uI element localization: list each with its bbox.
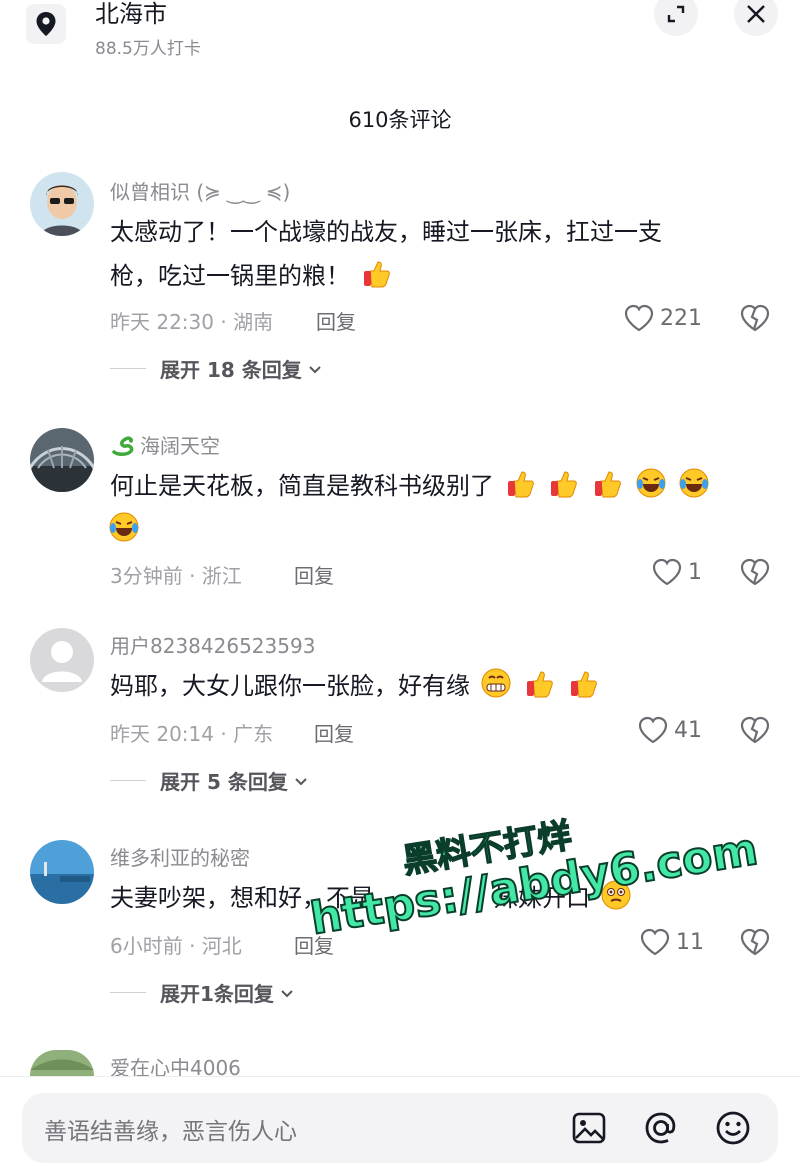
like-button[interactable]: 221 <box>624 304 702 332</box>
location-pin-icon <box>26 4 66 44</box>
like-count: 41 <box>674 717 702 743</box>
avatar[interactable] <box>30 628 94 692</box>
comment-username: 海阔天空 <box>140 434 220 458</box>
comment-input-placeholder: 善语结善缘，恶言伤人心 <box>44 1119 297 1145</box>
chevron-down-icon <box>309 365 321 373</box>
fullscreen-button[interactable] <box>654 0 698 36</box>
close-button[interactable] <box>734 0 778 36</box>
broken-heart-icon <box>740 716 770 744</box>
heart-icon <box>640 928 670 956</box>
thumbs-up-emoji-icon <box>594 471 621 498</box>
comment-username[interactable]: 维多利亚的秘密 <box>110 842 250 871</box>
laughing-crying-emoji-icon <box>636 468 666 498</box>
like-button[interactable]: 1 <box>652 558 702 586</box>
expand-replies-label: 展开 18 条回复 <box>160 358 302 382</box>
comment-meta: 昨天 22:30 · 湖南 <box>110 310 274 334</box>
avatar[interactable] <box>30 428 94 492</box>
comment-username-wrap[interactable]: 海阔天空 <box>110 430 220 459</box>
thumbs-up-emoji-icon <box>363 261 390 288</box>
comment-input[interactable]: 善语结善缘，恶言伤人心 <box>22 1093 778 1163</box>
comment-text-line: 何止是天花板，简直是教科书级别了 <box>110 472 494 500</box>
thumbs-up-emoji-icon <box>507 471 534 498</box>
chevron-down-icon <box>295 777 307 785</box>
thumbs-up-emoji-icon <box>551 471 578 498</box>
dislike-button[interactable] <box>740 304 770 336</box>
dislike-button[interactable] <box>740 716 770 748</box>
expand-replies-button[interactable]: 展开 5 条回复 <box>110 766 310 795</box>
close-icon <box>747 5 765 23</box>
laughing-crying-emoji-icon <box>679 468 709 498</box>
comment-count: 610条评论 <box>348 108 452 132</box>
avatar[interactable] <box>30 1050 94 1076</box>
comment-meta: 3分钟前 · 浙江 <box>110 564 242 588</box>
like-button[interactable]: 11 <box>640 928 704 956</box>
comment-text: 夫妻吵架，想和好，不是 妹妹开口 <box>110 876 750 920</box>
location-title[interactable]: 北海市 <box>95 0 167 29</box>
comment-text-line: 夫妻吵架，想和好，不是 <box>110 884 374 912</box>
comment-text: 妈耶，大女儿跟你一张脸，好有缘 <box>110 664 750 708</box>
reply-button[interactable]: 回复 <box>314 718 354 747</box>
thumbs-up-emoji-icon <box>570 671 597 698</box>
emoji-icon[interactable] <box>714 1109 752 1147</box>
like-count: 221 <box>660 305 702 331</box>
like-count: 1 <box>688 559 702 585</box>
expand-replies-button[interactable]: 展开1条回复 <box>110 978 296 1007</box>
thumbs-up-emoji-icon <box>527 671 554 698</box>
comment-username[interactable]: 用户8238426523593 <box>110 630 315 659</box>
like-count: 11 <box>676 929 704 955</box>
checkin-count: 88.5万人打卡 <box>95 39 201 59</box>
comment-meta: 昨天 20:14 · 广东 <box>110 722 274 746</box>
expand-replies-button[interactable]: 展开 18 条回复 <box>110 354 324 383</box>
comment-meta: 6小时前 · 河北 <box>110 934 242 958</box>
image-icon[interactable] <box>570 1109 608 1147</box>
flushed-emoji-icon <box>601 880 631 910</box>
expand-replies-label: 展开1条回复 <box>160 982 274 1006</box>
expand-icon <box>667 5 685 23</box>
heart-icon <box>638 716 668 744</box>
avatar[interactable] <box>30 172 94 236</box>
like-button[interactable]: 41 <box>638 716 702 744</box>
location-header: 北海市 88.5万人打卡 <box>0 0 800 70</box>
grinning-emoji-icon <box>481 668 511 698</box>
reply-button[interactable]: 回复 <box>316 306 356 335</box>
snake-emoji-icon <box>112 435 134 456</box>
comment-text-line-end: 妹妹开口 <box>494 884 590 912</box>
comment-text-line: 妈耶，大女儿跟你一张脸，好有缘 <box>110 672 470 700</box>
mention-icon[interactable] <box>642 1109 680 1147</box>
comment-username[interactable]: 似曾相识 (≽ ‿‿ ≼) <box>110 176 290 205</box>
comment-text: 何止是天花板，简直是教科书级别了 <box>109 464 750 552</box>
comment-text-line: 枪，吃过一锅里的粮！ <box>110 262 350 290</box>
broken-heart-icon <box>740 304 770 332</box>
broken-heart-icon <box>740 928 770 956</box>
watermark-line: 黑料不打烊 <box>399 815 575 883</box>
reply-button[interactable]: 回复 <box>294 560 334 589</box>
avatar[interactable] <box>30 840 94 904</box>
reply-button[interactable]: 回复 <box>294 930 334 959</box>
dislike-button[interactable] <box>740 928 770 960</box>
expand-replies-label: 展开 5 条回复 <box>160 770 288 794</box>
broken-heart-icon <box>740 558 770 586</box>
laughing-crying-emoji-icon <box>109 512 139 542</box>
dislike-button[interactable] <box>740 558 770 590</box>
comment-input-bar: 善语结善缘，恶言伤人心 <box>0 1076 800 1166</box>
heart-icon <box>624 304 654 332</box>
comment-text-line: 太感动了！一个战壕的战友，睡过一张床，扛过一支 <box>110 218 662 246</box>
comment-text: 太感动了！一个战壕的战友，睡过一张床，扛过一支 枪，吃过一锅里的粮！ <box>110 210 750 298</box>
chevron-down-icon <box>281 989 293 997</box>
heart-icon <box>652 558 682 586</box>
